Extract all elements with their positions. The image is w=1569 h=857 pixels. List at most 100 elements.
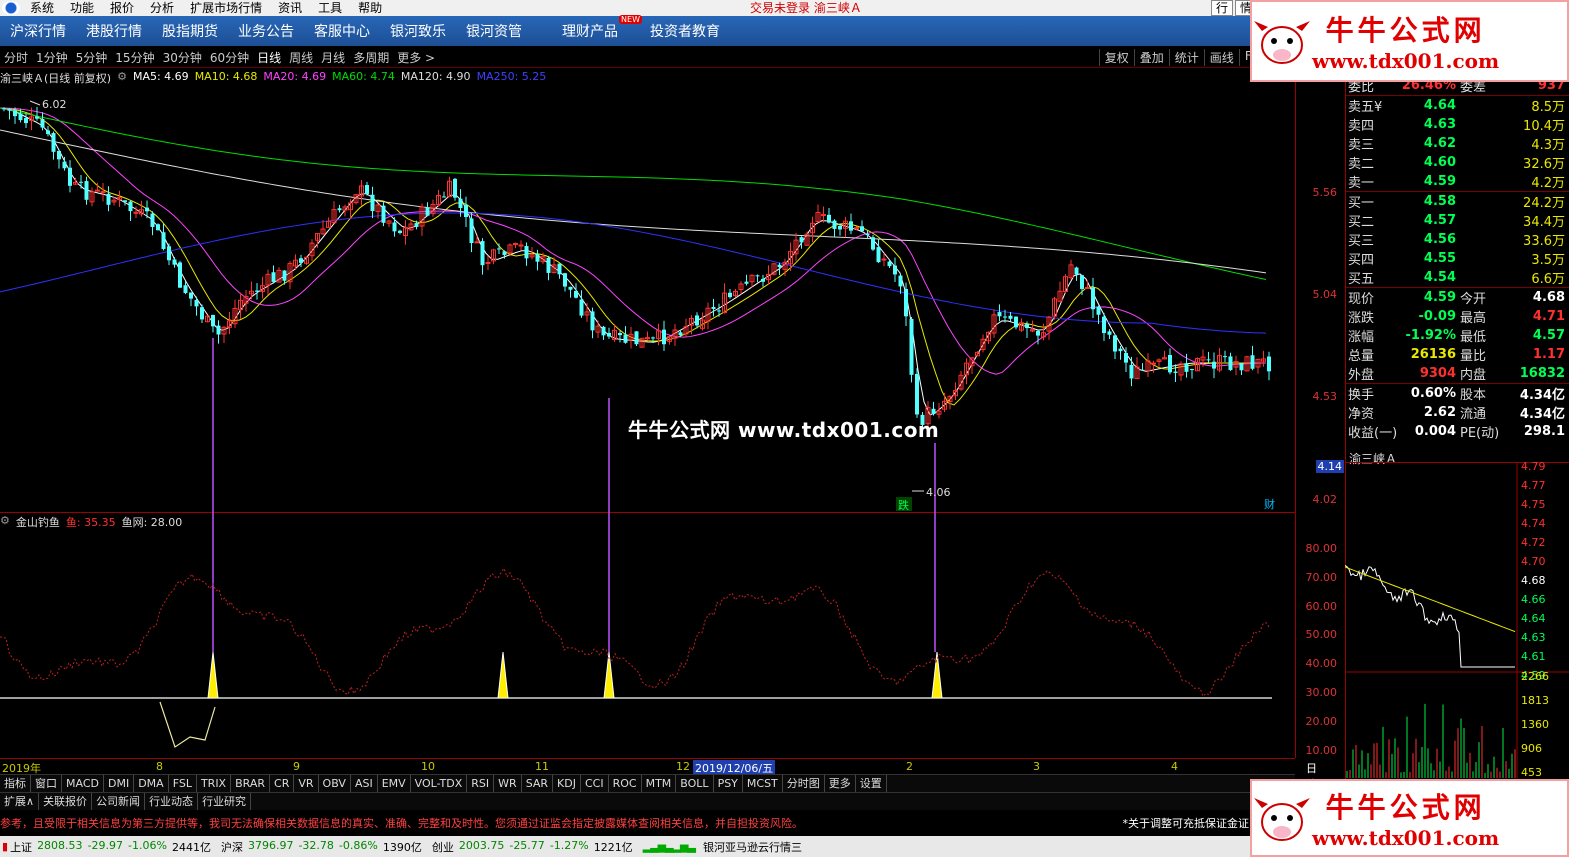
tool-fuquan[interactable]: 复权 [1098,49,1134,66]
nav-hs-quote[interactable]: 沪深行情 [0,21,76,41]
nav-yinhe-zigu[interactable]: 银河资管 [456,21,532,41]
tool-stats[interactable]: 统计 [1168,49,1204,66]
indicator-tab[interactable]: SAR [522,775,554,792]
ext-tab[interactable]: 公司新闻 [92,793,146,810]
intraday-mini-chart[interactable]: 4.79 4.77 4.75 4.74 4.72 4.70 4.68 4.66 4.64 4.63… [1345,462,1569,778]
indicator-tab[interactable]: BOLL [676,775,714,792]
indicator-tab[interactable]: OBV [319,775,351,792]
menu-system[interactable]: 系统 [22,0,62,16]
indicator-tab[interactable]: 更多 [825,775,856,792]
indicator-tab[interactable]: 窗口 [31,775,62,792]
period-tab[interactable]: 60分钟 [206,49,253,66]
index-value: 2003.75 [458,838,505,852]
ext-tab[interactable]: 行业动态 [145,793,199,810]
indicator-gear-icon[interactable]: ⚙ [0,514,10,530]
indicator-tab[interactable]: ROC [609,775,642,792]
level-volume: 24.2万 [1523,196,1565,211]
period-tab[interactable]: 5分钟 [72,49,112,66]
indicator-tab[interactable]: VR [294,775,319,792]
indicator-tab[interactable]: CR [270,775,295,792]
menu-info[interactable]: 资讯 [270,0,310,16]
period-tab[interactable]: 15分钟 [111,49,158,66]
orderbook-row[interactable]: 买三 4.56 33.6万 [1346,230,1569,249]
menu-analysis[interactable]: 分析 [142,0,182,16]
menu-tools[interactable]: 工具 [310,0,350,16]
period-tab[interactable]: 分时 [0,49,32,66]
indicator-tab[interactable]: ASI [351,775,378,792]
stat-label: 最低 [1460,330,1487,345]
candle [997,312,1002,317]
period-tab[interactable]: 周线 [285,49,317,66]
orderbook-row[interactable]: 卖二 4.60 32.6万 [1346,153,1569,172]
period-more[interactable]: 更多 > [393,49,439,66]
indicator-tab[interactable]: MCST [743,775,783,792]
indicator-tab[interactable]: PSY [714,775,743,792]
indicator-tab[interactable]: 指标 [0,775,31,792]
orderbook-row[interactable]: 卖五¥ 4.64 8.5万 [1346,96,1569,115]
period-tab[interactable]: 30分钟 [159,49,206,66]
indicator-tab[interactable]: TRIX [197,775,232,792]
tool-draw[interactable]: 画线 [1203,49,1239,66]
indicator-tab[interactable]: FSL [169,775,197,792]
server-name[interactable]: 银河亚马逊云行情三 [703,839,802,855]
level-volume: 4.3万 [1531,138,1565,153]
tool-overlay[interactable]: 叠加 [1133,49,1169,66]
indicator-tab[interactable]: 设置 [856,775,887,792]
indicator-chart[interactable] [0,512,1295,758]
nav-futures[interactable]: 股指期货 [152,21,228,41]
stat-value: 4.68 [1532,290,1565,305]
indicator-tab[interactable]: BRAR [231,775,271,792]
indicator-tab[interactable]: DMI [104,775,135,792]
nav-yinhe-zhile[interactable]: 银河致乐 [380,21,456,41]
indicator-tab[interactable]: 分时图 [783,775,825,792]
menu-help[interactable]: 帮助 [350,0,390,16]
index-pct: -0.86% [338,838,378,852]
notice-link[interactable]: *关于调整可充抵保证金证 [1123,813,1250,835]
indicator-tab[interactable]: EMV [378,775,411,792]
nav-service[interactable]: 客服中心 [304,21,380,41]
index-sh[interactable]: 上证 2808.53 -29.97 -1.06% 2441亿 [10,839,211,855]
gear-icon[interactable]: ⚙ [117,70,127,84]
nav-hk-quote[interactable]: 港股行情 [76,21,152,41]
indicator-tab[interactable]: MACD [62,775,104,792]
nav-announcements[interactable]: 业务公告 [228,21,304,41]
indicator-tab[interactable]: DMA [134,775,169,792]
period-tab[interactable]: 1分钟 [32,49,72,66]
orderbook-row[interactable]: 买二 4.57 34.4万 [1346,211,1569,230]
nav-wealth-products[interactable]: 理财产品 NEW [552,15,642,41]
indicator-tab[interactable]: CCI [581,775,609,792]
nav-investor-edu[interactable]: 投资者教育 [640,21,730,41]
period-tab[interactable]: 月线 [317,49,349,66]
kline-chart[interactable]: 6.02 4.06 跌 财 [0,68,1295,512]
indicator-tab[interactable]: MTM [642,775,677,792]
ext-tab[interactable]: 扩展∧ [0,793,40,810]
indicator-tab[interactable]: RSI [467,775,495,792]
period-tab-daily[interactable]: 日线 [253,49,285,66]
orderbook-row[interactable]: 买五 4.54 6.6万 [1346,268,1569,287]
orderbook-row[interactable]: 卖一 4.59 4.2万 [1346,172,1569,191]
candle [464,205,468,218]
period-tab[interactable]: 多周期 [349,49,393,66]
indicator-tab[interactable]: WR [494,775,522,792]
menu-ext-market[interactable]: 扩展市场行情 [182,0,270,16]
candle [84,181,89,200]
price-tick: 4.02 [1312,493,1338,506]
candle [299,258,303,263]
orderbook-row[interactable]: 买一 4.58 24.2万 [1346,192,1569,211]
menu-right-tab[interactable]: 行 [1210,0,1233,16]
indicator-tab[interactable]: KDJ [553,775,581,792]
index-cy[interactable]: 创业 2003.75 -25.77 -1.27% 1221亿 [432,839,633,855]
candle [755,275,760,277]
orderbook-row[interactable]: 买四 4.55 3.5万 [1346,249,1569,268]
ext-tab[interactable]: 行业研究 [198,793,252,810]
index-hs[interactable]: 沪深 3796.97 -32.78 -0.86% 1390亿 [221,839,422,855]
orderbook-row[interactable]: 卖四 4.63 10.4万 [1346,115,1569,134]
stat-value: 4.57 [1532,328,1565,343]
ext-tab[interactable]: 关联报价 [39,793,93,810]
orderbook-row[interactable]: 卖三 4.62 4.3万 [1346,134,1569,153]
menu-quote[interactable]: 报价 [102,0,142,16]
ad-banner-bottom[interactable]: 牛牛公式网 www.tdx001.com [1250,779,1569,857]
menu-function[interactable]: 功能 [62,0,102,16]
indicator-tab[interactable]: VOL-TDX [411,775,468,792]
ad-banner-top[interactable]: 牛牛公式网 www.tdx001.com [1250,0,1569,82]
